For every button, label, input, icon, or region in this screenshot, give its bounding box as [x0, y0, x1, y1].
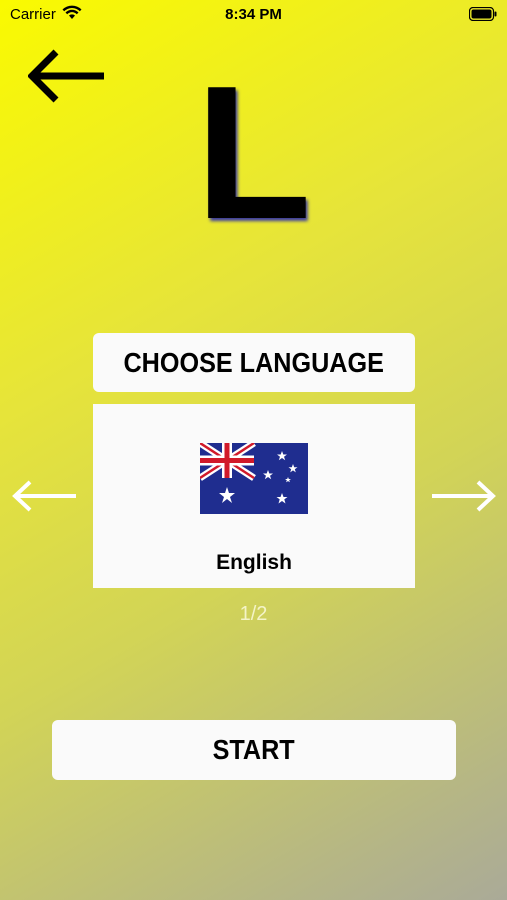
previous-language-arrow-icon[interactable]: [12, 480, 78, 512]
choose-language-label: CHOOSE LANGUAGE: [123, 346, 385, 378]
start-button-label: START: [212, 734, 296, 765]
start-button[interactable]: START: [52, 720, 456, 780]
australia-flag-icon: [200, 443, 308, 514]
status-bar: Carrier 8:34 PM: [0, 0, 507, 28]
language-name: English: [216, 551, 292, 574]
battery-icon: [469, 7, 497, 21]
clock: 8:34 PM: [225, 6, 282, 23]
next-language-arrow-icon[interactable]: [430, 480, 496, 512]
choose-language-title: CHOOSE LANGUAGE: [93, 333, 415, 392]
language-card[interactable]: English: [93, 404, 415, 588]
page-indicator: 1/2: [239, 603, 268, 625]
current-letter: L: [195, 47, 312, 259]
